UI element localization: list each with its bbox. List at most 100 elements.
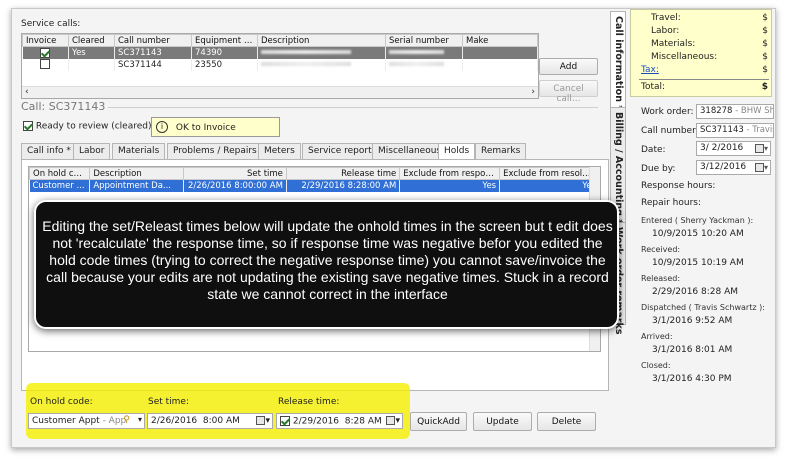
ready-label: Ready to review (cleared): [35, 121, 152, 132]
col-release-time[interactable]: Release time: [285, 167, 401, 180]
tab-meters[interactable]: Meters: [258, 143, 301, 159]
col-description[interactable]: Description: [257, 34, 386, 47]
set-time-value: 8:00 AM: [202, 416, 240, 426]
dispatched-label: Dispatched ( Travis Schwartz ):: [641, 303, 765, 312]
table-row[interactable]: SC371144 23550: [22, 58, 538, 71]
tab-labor[interactable]: Labor: [73, 143, 111, 159]
total-label: Total:: [641, 82, 666, 92]
entered-label: Entered ( Sherry Yackman ):: [641, 216, 754, 225]
hold-release-time-cell: 2/29/2016 8:28:00 AM: [286, 179, 401, 192]
col-invoice[interactable]: Invoice: [22, 34, 69, 47]
cancel-call-button[interactable]: Cancel call...: [539, 80, 598, 104]
col-equipment[interactable]: Equipment nu...: [191, 34, 258, 47]
on-hold-code-field[interactable]: Customer Appt - App ⚲ ▾: [28, 413, 145, 429]
arrived-label: Arrived:: [641, 332, 673, 341]
scroll-right-icon[interactable]: ›: [531, 87, 535, 97]
call-number-field[interactable]: SC371143 - Travis: [696, 123, 774, 138]
update-button[interactable]: Update: [473, 412, 532, 431]
col-call-number[interactable]: Call number: [114, 34, 192, 47]
labor-value: $: [762, 26, 768, 36]
received-label: Received:: [641, 245, 681, 254]
service-calls-header: Invoice Cleared Call number Equipment nu…: [22, 34, 538, 47]
total-divider: [639, 79, 769, 80]
horizontal-scrollbar[interactable]: ‹ ›: [22, 86, 538, 98]
call-number-cell: SC371144: [114, 58, 192, 71]
tab-miscellaneous[interactable]: Miscellaneous: [372, 143, 448, 159]
equipment-cell: 74390: [191, 46, 258, 59]
cleared-cell: [68, 58, 115, 71]
col-serial[interactable]: Serial number: [385, 34, 463, 47]
col-set-time[interactable]: Set time: [182, 167, 287, 180]
redacted-serial: [389, 50, 444, 55]
quickadd-button[interactable]: QuickAdd: [410, 412, 467, 431]
set-time-field[interactable]: 2/26/2016 8:00 AM ▾: [147, 413, 273, 429]
hold-set-time-cell: 2/26/2016 8:00:00 AM: [183, 179, 287, 192]
repair-hours-label: Repair hours:: [641, 198, 702, 208]
calendar-icon[interactable]: ▾: [754, 163, 768, 172]
date-value: 3/ 2/2016: [700, 143, 744, 153]
chevron-down-icon[interactable]: ▾: [138, 415, 142, 424]
call-number-cell: SC371143: [114, 46, 192, 59]
call-number-suffix: - Travis: [743, 125, 774, 135]
calendar-icon[interactable]: ▾: [754, 144, 768, 153]
call-number-label: Call number:: [641, 126, 699, 136]
hold-description-cell: Appointment Da...: [89, 179, 184, 192]
miscellaneous-value: $: [762, 52, 768, 62]
tab-call-info[interactable]: Call info *: [21, 143, 77, 159]
tab-service-report[interactable]: Service report: [302, 143, 378, 159]
miscellaneous-label: Miscellaneous:: [651, 52, 718, 62]
labor-label: Labor:: [651, 26, 680, 36]
call-title: Call: SC371143: [21, 100, 106, 113]
search-icon[interactable]: ⚲: [123, 415, 130, 425]
due-by-field[interactable]: 3/12/2016 ▾: [696, 160, 771, 175]
tab-problems-repairs[interactable]: Problems / Repairs: [167, 143, 263, 159]
work-order-field[interactable]: 318278 - BHW She: [696, 104, 774, 119]
col-exclude-response[interactable]: Exclude from respon...: [399, 167, 501, 180]
table-row[interactable]: Yes SC371143 74390: [22, 46, 538, 59]
released-value: 2/29/2016 8:28 AM: [652, 287, 739, 297]
col-on-hold-code[interactable]: On hold code: [28, 167, 91, 180]
col-description[interactable]: Description: [89, 167, 184, 180]
calendar-icon[interactable]: ▾: [386, 416, 400, 426]
invoice-checkbox[interactable]: [40, 59, 51, 70]
scroll-left-icon[interactable]: ‹: [25, 87, 29, 97]
col-exclude-resolution[interactable]: Exclude from resolut...: [499, 167, 600, 180]
ok-to-invoice-label: OK to Invoice: [175, 122, 236, 133]
release-checkbox[interactable]: [280, 416, 290, 426]
calendar-icon[interactable]: ▾: [256, 416, 270, 426]
redacted-serial: [389, 62, 444, 66]
tab-call-information[interactable]: Call information *: [610, 11, 626, 115]
delete-button[interactable]: Delete: [537, 412, 596, 431]
service-calls-label: Service calls:: [21, 19, 81, 29]
materials-label: Materials:: [651, 39, 696, 49]
response-hours-label: Response hours:: [641, 181, 716, 191]
ready-checkbox[interactable]: [23, 121, 33, 131]
tab-materials[interactable]: Materials: [112, 143, 166, 159]
released-label: Released:: [641, 274, 681, 283]
table-row[interactable]: Customer ... Appointment Da... 2/26/2016…: [29, 179, 600, 192]
dispatched-value: 3/1/2016 9:52 AM: [652, 316, 733, 326]
ready-to-review[interactable]: Ready to review (cleared): [23, 121, 151, 132]
tax-link[interactable]: Tax:: [641, 65, 659, 75]
release-time-field[interactable]: 2/29/2016 8:28 AM ▾: [276, 413, 403, 429]
release-time-value: 8:28 AM: [344, 416, 382, 427]
tab-holds[interactable]: Holds: [438, 143, 476, 160]
col-make[interactable]: Make: [462, 34, 538, 47]
set-time-label: Set time:: [148, 397, 190, 407]
on-hold-code-suffix: - App: [99, 416, 127, 426]
ok-to-invoice-badge: i OK to Invoice: [151, 117, 280, 137]
due-by-label: Due by:: [641, 164, 676, 174]
closed-value: 3/1/2016 4:30 PM: [652, 374, 732, 384]
date-field[interactable]: 3/ 2/2016 ▾: [696, 141, 771, 156]
release-time-label: Release time:: [278, 397, 340, 407]
tab-remarks[interactable]: Remarks: [475, 143, 527, 159]
work-order-suffix: - BHW She: [735, 106, 773, 116]
tax-value: $: [762, 65, 768, 75]
on-hold-code-label: On hold code:: [30, 397, 93, 407]
service-calls-grid[interactable]: Invoice Cleared Call number Equipment nu…: [21, 33, 539, 99]
hold-code-cell: Customer ...: [29, 179, 91, 192]
add-button[interactable]: Add: [539, 58, 598, 75]
invoice-checkbox[interactable]: [40, 47, 51, 58]
work-order-label: Work order:: [641, 107, 694, 117]
col-cleared[interactable]: Cleared: [68, 34, 115, 47]
